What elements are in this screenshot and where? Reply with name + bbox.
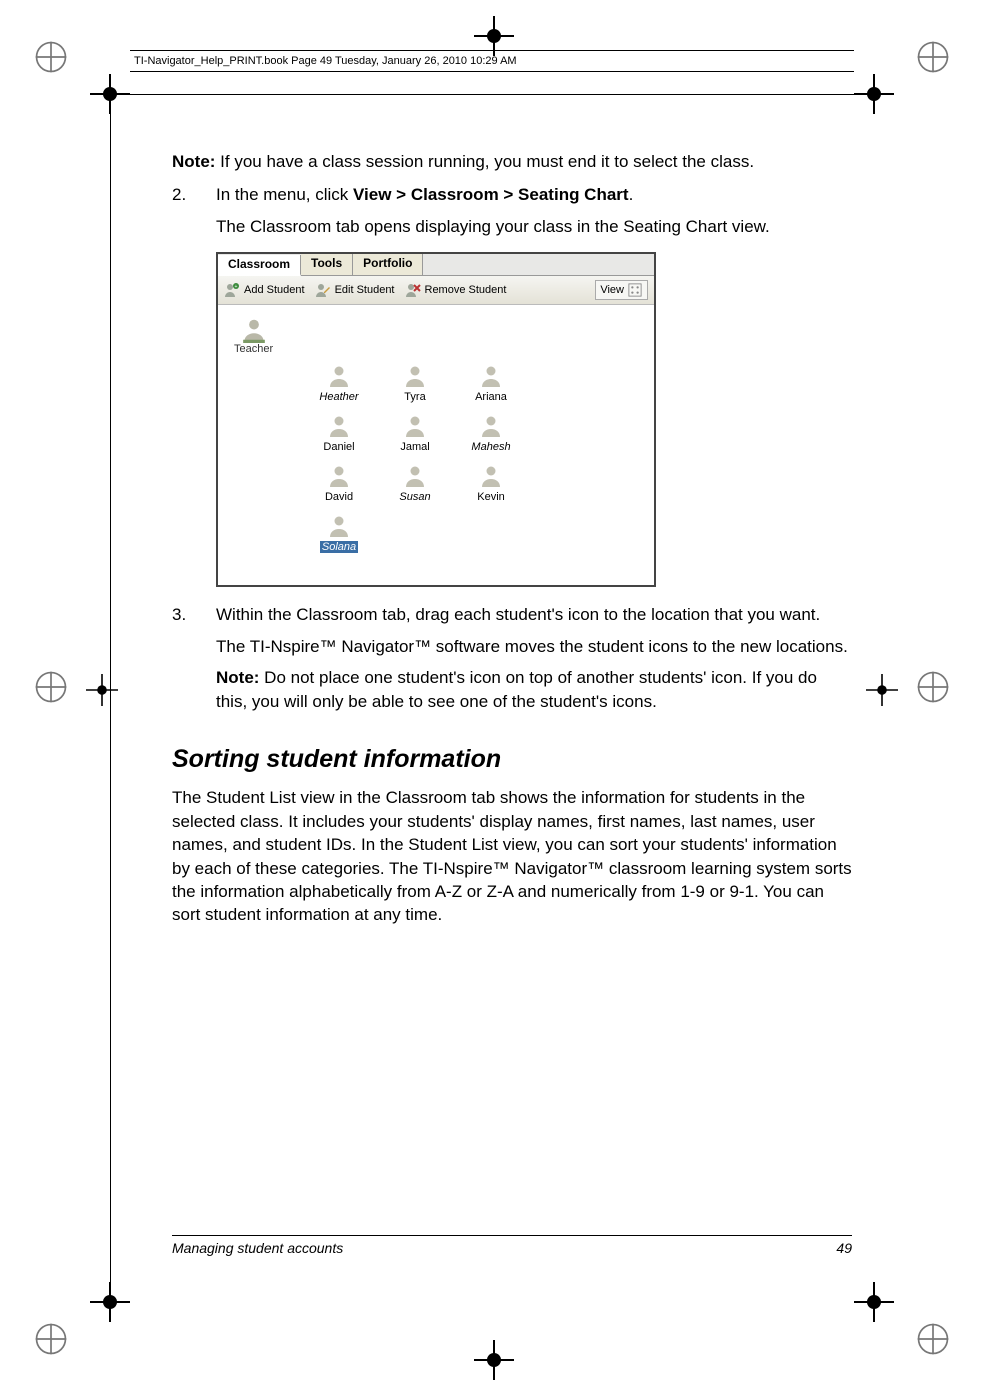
student-seat-kevin[interactable]: Kevin xyxy=(468,463,514,503)
add-student-button[interactable]: + Add Student xyxy=(224,282,305,298)
step-2-menu-path: View > Classroom > Seating Chart xyxy=(353,185,629,204)
student-icon xyxy=(326,513,352,539)
student-icon xyxy=(478,363,504,389)
student-icon xyxy=(402,363,428,389)
toolbar: + Add Student Edit Student Remove Studen… xyxy=(218,276,654,305)
page-content: Note: If you have a class session runnin… xyxy=(172,150,852,937)
student-label: Ariana xyxy=(475,391,507,403)
student-seat-mahesh[interactable]: Mahesh xyxy=(468,413,514,453)
crop-mark-left-mid xyxy=(34,670,68,704)
classroom-screenshot: Classroom Tools Portfolio + Add Student … xyxy=(216,252,656,587)
step-2-result: The Classroom tab opens displaying your … xyxy=(216,215,852,238)
teacher-seat[interactable]: Teacher xyxy=(234,317,273,355)
note-1-text: If you have a class session running, you… xyxy=(215,152,754,171)
student-row: Daniel Jamal Mahesh xyxy=(316,413,640,453)
tab-strip: Classroom Tools Portfolio xyxy=(218,254,654,276)
crop-mark-top-left xyxy=(34,40,68,74)
student-seat-susan[interactable]: Susan xyxy=(392,463,438,503)
teacher-label: Teacher xyxy=(234,343,273,355)
step-3-text: Within the Classroom tab, drag each stud… xyxy=(216,605,820,624)
student-label: David xyxy=(325,491,353,503)
student-label: Jamal xyxy=(400,441,429,453)
student-row: Heather Tyra Ariana xyxy=(316,363,640,403)
student-label: Daniel xyxy=(323,441,354,453)
student-grid: Heather Tyra Ariana Daniel xyxy=(316,363,640,553)
student-label: Tyra xyxy=(404,391,425,403)
note-1-prefix: Note: xyxy=(172,152,215,171)
footer-page-number: 49 xyxy=(836,1240,852,1256)
remove-student-label: Remove Student xyxy=(425,284,507,296)
student-icon xyxy=(402,413,428,439)
crop-mark-bottom-mid xyxy=(474,1340,514,1380)
student-label: Susan xyxy=(399,491,430,503)
student-seat-jamal[interactable]: Jamal xyxy=(392,413,438,453)
remove-student-button[interactable]: Remove Student xyxy=(405,282,507,298)
tab-tools[interactable]: Tools xyxy=(301,254,353,275)
teacher-icon xyxy=(241,317,267,343)
student-row: Solana xyxy=(316,513,640,553)
student-icon xyxy=(326,363,352,389)
remove-student-icon xyxy=(405,282,421,298)
note-1: Note: If you have a class session runnin… xyxy=(172,150,852,173)
svg-text:+: + xyxy=(235,284,238,290)
edit-student-icon xyxy=(315,282,331,298)
reg-bottom-right xyxy=(854,1282,894,1322)
page-footer: Managing student accounts 49 xyxy=(172,1235,852,1256)
step-2-text-a: In the menu, click xyxy=(216,185,353,204)
book-header-text: TI-Navigator_Help_PRINT.book Page 49 Tue… xyxy=(134,55,517,67)
student-row: David Susan Kevin xyxy=(316,463,640,503)
seating-area[interactable]: Teacher Heather Tyra Ariana xyxy=(218,305,654,585)
crop-mark-bottom-left xyxy=(34,1322,68,1356)
tab-portfolio[interactable]: Portfolio xyxy=(353,254,423,275)
step-2-number: 2. xyxy=(172,183,216,246)
reg-left-mid xyxy=(86,674,118,706)
reg-right-mid xyxy=(866,674,898,706)
footer-title: Managing student accounts xyxy=(172,1240,343,1256)
step-3: 3. Within the Classroom tab, drag each s… xyxy=(172,603,852,721)
tab-classroom[interactable]: Classroom xyxy=(218,255,301,276)
student-icon xyxy=(326,463,352,489)
student-icon xyxy=(402,463,428,489)
step-2: 2. In the menu, click View > Classroom >… xyxy=(172,183,852,246)
student-icon xyxy=(478,463,504,489)
frame-line-left xyxy=(110,94,111,1302)
section-body-sorting: The Student List view in the Classroom t… xyxy=(172,786,852,927)
step-3-note: Note: Do not place one student's icon on… xyxy=(216,666,852,713)
edit-student-label: Edit Student xyxy=(335,284,395,296)
student-seat-solana[interactable]: Solana xyxy=(316,513,362,553)
student-seat-daniel[interactable]: Daniel xyxy=(316,413,362,453)
crop-mark-right-mid xyxy=(916,670,950,704)
student-label: Kevin xyxy=(477,491,505,503)
student-seat-heather[interactable]: Heather xyxy=(316,363,362,403)
student-seat-tyra[interactable]: Tyra xyxy=(392,363,438,403)
student-seat-david[interactable]: David xyxy=(316,463,362,503)
student-icon xyxy=(326,413,352,439)
student-icon xyxy=(478,413,504,439)
step-3-note-prefix: Note: xyxy=(216,668,259,687)
step-3-result: The TI-Nspire™ Navigator™ software moves… xyxy=(216,635,852,658)
add-student-icon: + xyxy=(224,282,240,298)
section-heading-sorting: Sorting student information xyxy=(172,745,852,774)
crop-mark-bottom-right xyxy=(916,1322,950,1356)
crop-mark-top-right xyxy=(916,40,950,74)
book-header: TI-Navigator_Help_PRINT.book Page 49 Tue… xyxy=(130,50,854,72)
step-3-note-text: Do not place one student's icon on top o… xyxy=(216,668,817,710)
student-seat-ariana[interactable]: Ariana xyxy=(468,363,514,403)
view-button[interactable]: View xyxy=(595,280,648,300)
edit-student-button[interactable]: Edit Student xyxy=(315,282,395,298)
student-label: Solana xyxy=(320,541,358,553)
seating-chart-icon xyxy=(627,282,643,298)
step-3-number: 3. xyxy=(172,603,216,721)
student-label: Heather xyxy=(319,391,358,403)
frame-line-top xyxy=(110,94,874,95)
step-2-text-c: . xyxy=(629,185,634,204)
student-label: Mahesh xyxy=(471,441,510,453)
add-student-label: Add Student xyxy=(244,284,305,296)
view-label: View xyxy=(600,284,624,296)
